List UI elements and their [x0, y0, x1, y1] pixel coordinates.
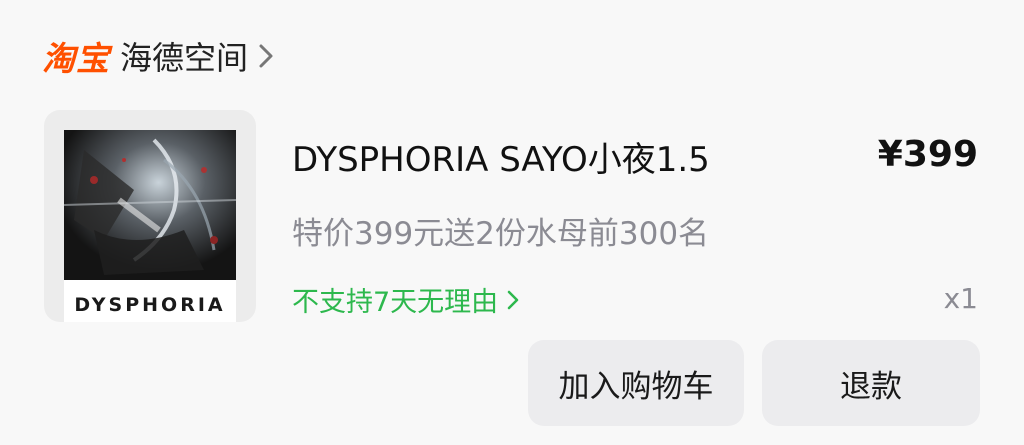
- shop-header[interactable]: 淘宝 海德空间: [42, 32, 276, 80]
- product-title[interactable]: DYSPHORIA SAYO小夜1.5: [292, 132, 710, 181]
- product-price: ¥399: [877, 134, 978, 175]
- product-thumbnail[interactable]: DYSPHORIA: [44, 110, 256, 322]
- album-artwork-image: [64, 130, 236, 280]
- chevron-right-icon: [507, 290, 519, 309]
- refund-button[interactable]: 退款: [762, 340, 980, 426]
- album-cover: DYSPHORIA: [64, 130, 236, 322]
- return-policy-label: 不支持7天无理由: [292, 287, 499, 318]
- add-to-cart-button[interactable]: 加入购物车: [528, 340, 744, 426]
- return-policy-link[interactable]: 不支持7天无理由: [292, 280, 520, 319]
- product-sku-description: 特价399元送2份水母前300名: [292, 216, 710, 252]
- order-item-card: 淘宝 海德空间 DYSPHORIA DYSPHORIA SAYO小夜1.5 ¥3…: [0, 0, 1024, 445]
- chevron-right-icon[interactable]: [256, 42, 276, 70]
- quantity-label: x1: [943, 282, 978, 315]
- album-title-text: DYSPHORIA: [74, 294, 226, 316]
- shop-name[interactable]: 海德空间: [120, 33, 248, 79]
- taobao-logo: 淘宝: [42, 39, 110, 78]
